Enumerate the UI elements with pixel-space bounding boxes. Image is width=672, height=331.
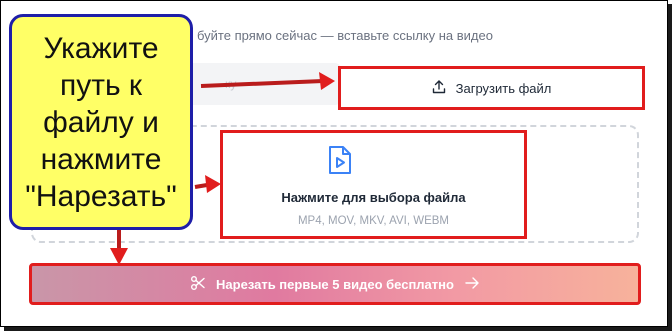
screenshot-frame: буйте прямо сейчас — вставьте ссылку на … (0, 0, 668, 327)
cut-videos-button[interactable]: Нарезать первые 5 видео бесплатно (29, 263, 641, 305)
scissors-icon (190, 275, 206, 294)
upload-file-button[interactable]: Загрузить файл (338, 66, 645, 110)
url-input-placeholder: ку (225, 77, 237, 91)
callout-text: Укажите путь к файлу и нажмите "Нарезать… (25, 31, 177, 213)
url-input[interactable]: ку (181, 63, 341, 105)
dropzone-formats: MP4, MOV, MKV, AVI, WEBM (297, 215, 450, 227)
instruction-callout: Укажите путь к файлу и нажмите "Нарезать… (9, 14, 193, 230)
intro-text: буйте прямо сейчас — вставьте ссылку на … (197, 28, 493, 43)
dropzone-title: Нажмите для выбора файла (281, 190, 466, 205)
upload-icon (432, 79, 446, 97)
upload-file-label: Загрузить файл (455, 80, 552, 96)
cut-videos-label: Нарезать первые 5 видео бесплатно (216, 276, 454, 292)
video-file-icon (328, 145, 352, 180)
file-select-area[interactable]: Нажмите для выбора файла MP4, MOV, MKV, … (220, 130, 527, 239)
arrow-right-icon (464, 276, 480, 293)
